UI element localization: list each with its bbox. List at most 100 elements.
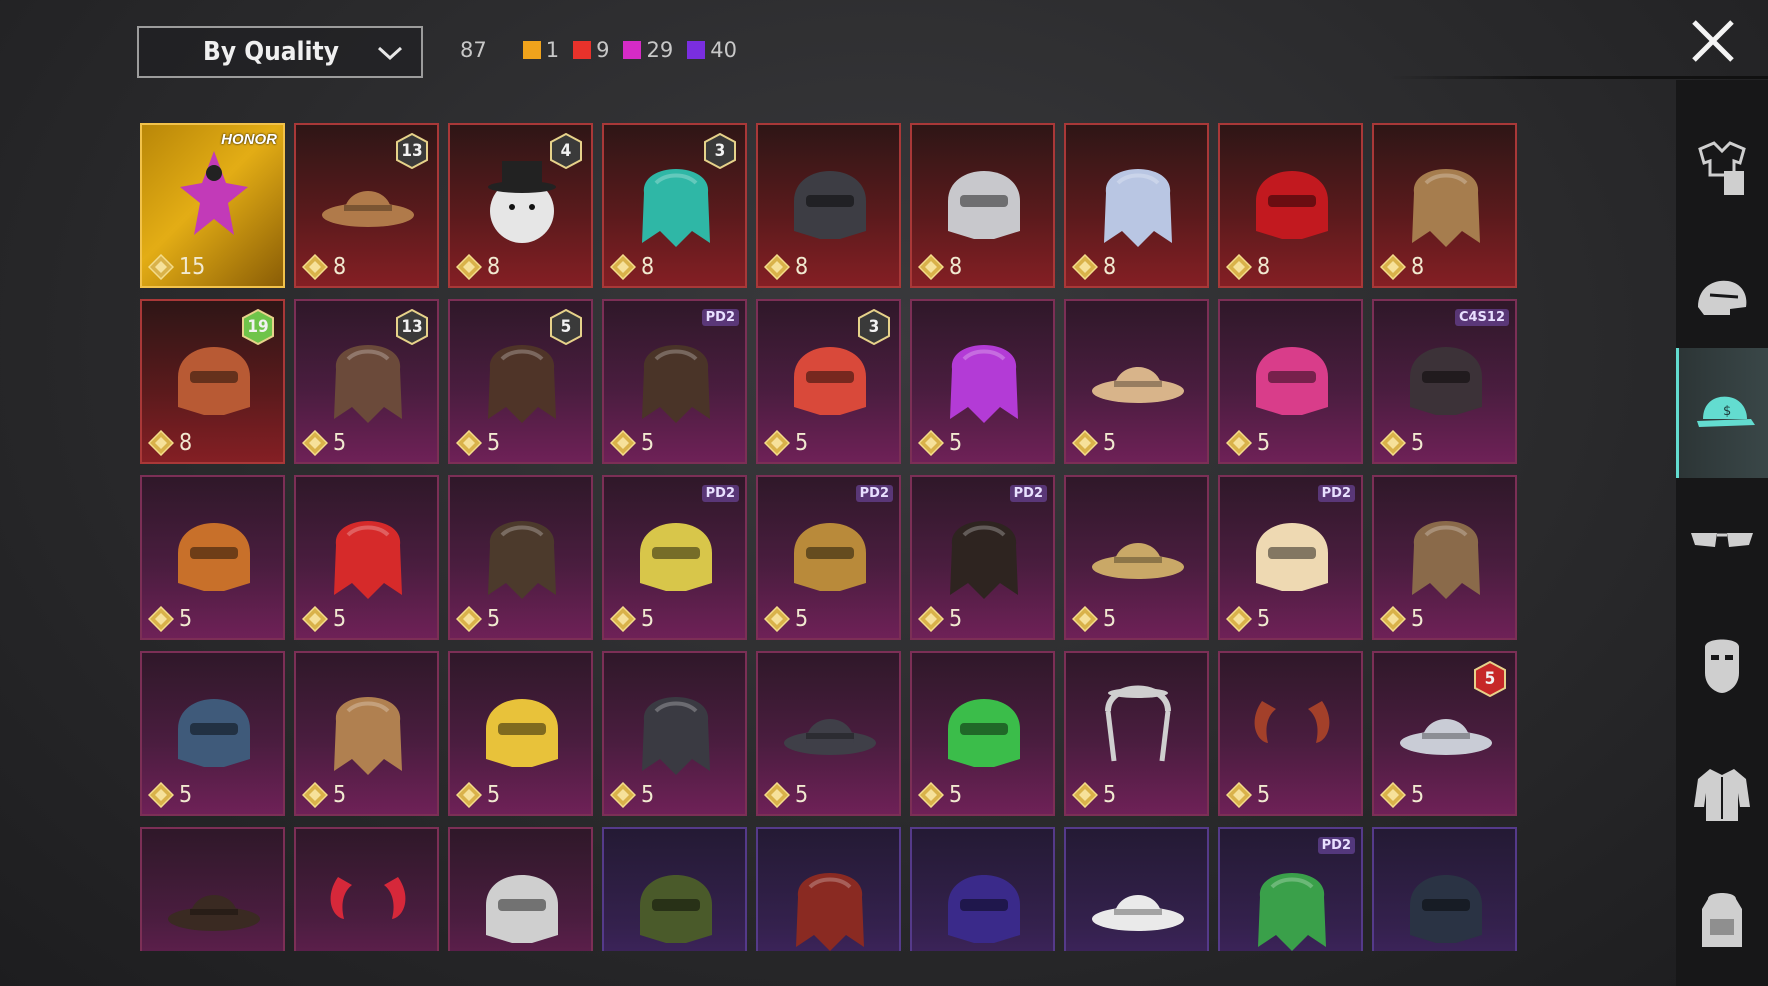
item-card[interactable] [140,827,285,951]
item-card[interactable]: PD2 5 [756,475,901,640]
currency-icon [148,430,174,456]
item-card[interactable] [910,827,1055,951]
item-card[interactable]: HONOR 15 [140,123,285,288]
category-outfit[interactable] [1676,104,1768,234]
item-card[interactable]: PD2 5 [602,475,747,640]
item-card[interactable]: PD2 5 [1218,475,1363,640]
category-helmet[interactable] [1676,234,1768,364]
item-card[interactable]: 5 [448,475,593,640]
helmet-icon [1698,280,1747,315]
item-card[interactable]: 5 [1064,299,1209,464]
count-mythic: 9 [573,38,609,62]
item-card[interactable]: 13 8 [294,123,439,288]
cost-value: 5 [1103,430,1117,456]
item-image [334,521,402,599]
item-card[interactable]: 5 [1372,475,1517,640]
item-card[interactable]: 5 [910,651,1055,816]
item-cost: 8 [764,254,808,280]
item-card[interactable]: 5 [140,475,285,640]
item-card[interactable]: C4S12 5 [1372,299,1517,464]
item-card[interactable]: 5 [756,651,901,816]
item-cost: 5 [1072,782,1116,808]
item-image [796,873,864,951]
item-cost: 5 [764,606,808,632]
item-card[interactable]: 55 [1372,651,1517,816]
cost-value: 8 [1103,254,1117,280]
item-card[interactable]: 5 [602,651,747,816]
item-card[interactable]: 5 [294,651,439,816]
item-image [168,895,260,931]
item-cost: 5 [1072,430,1116,456]
category-glasses[interactable] [1676,474,1768,604]
item-card[interactable]: 8 [756,123,901,288]
item-card[interactable]: 48 [448,123,593,288]
currency-icon [610,606,636,632]
item-card[interactable]: 5 [294,475,439,640]
item-image [642,697,710,775]
item-card[interactable]: 19 8 [140,299,285,464]
currency-icon [764,782,790,808]
quality-counts: 87 1 9 29 40 [460,38,737,62]
item-card[interactable]: 55 [448,299,593,464]
level-badge: 4 [549,133,583,169]
outfit-icon [1698,141,1746,195]
item-card[interactable]: PD2 [1218,827,1363,951]
item-card[interactable] [756,827,901,951]
chevron-down-icon [377,46,403,61]
sort-dropdown[interactable]: By Quality [137,26,423,78]
item-card[interactable] [294,827,439,951]
currency-icon [456,430,482,456]
season-tag: PD2 [1317,485,1355,502]
item-cost: 5 [1226,606,1270,632]
item-card[interactable]: PD2 5 [602,299,747,464]
item-cost: 5 [148,606,192,632]
item-cost: 5 [918,782,962,808]
item-card[interactable]: 8 [910,123,1055,288]
item-card[interactable]: 8 [1064,123,1209,288]
item-cost: 5 [1380,430,1424,456]
item-image [1258,873,1326,951]
currency-icon [1072,606,1098,632]
item-card[interactable]: 5 [140,651,285,816]
currency-icon [456,782,482,808]
item-card[interactable]: 5 [910,299,1055,464]
category-cap[interactable]: $ [1676,348,1768,478]
item-card[interactable]: 5 [1064,475,1209,640]
item-card[interactable]: 35 [756,299,901,464]
item-card[interactable]: 8 [1218,123,1363,288]
category-mask[interactable] [1676,600,1768,730]
currency-icon [610,430,636,456]
item-cost: 5 [918,606,962,632]
item-card[interactable]: PD2 5 [910,475,1055,640]
item-image [950,521,1018,599]
item-cost: 8 [456,254,500,280]
item-cost: 5 [1226,430,1270,456]
item-card[interactable]: 5 [1064,651,1209,816]
season-tag: C4S12 [1454,309,1509,326]
item-card[interactable] [602,827,747,951]
item-card[interactable]: 5 [1218,651,1363,816]
item-card[interactable]: 8 [1372,123,1517,288]
item-image [948,171,1020,239]
level-badge: 5 [549,309,583,345]
cost-value: 5 [1257,606,1271,632]
item-card[interactable] [1372,827,1517,951]
item-card[interactable] [1064,827,1209,951]
item-card[interactable]: 38 [602,123,747,288]
item-card[interactable]: 13 5 [294,299,439,464]
season-tag: PD2 [701,485,739,502]
item-card[interactable]: 5 [1218,299,1363,464]
close-icon[interactable] [1688,16,1738,66]
category-jacket[interactable] [1676,730,1768,860]
category-backpack[interactable] [1676,856,1768,986]
count-rare: 40 [687,38,737,62]
currency-icon [918,782,944,808]
item-card[interactable]: 5 [448,651,593,816]
item-cost: 8 [302,254,346,280]
currency-icon [764,606,790,632]
cost-value: 5 [1411,606,1425,632]
level-badge: 19 [241,309,275,345]
cost-value: 5 [1103,606,1117,632]
item-card[interactable] [448,827,593,951]
item-cost: 5 [1380,782,1424,808]
